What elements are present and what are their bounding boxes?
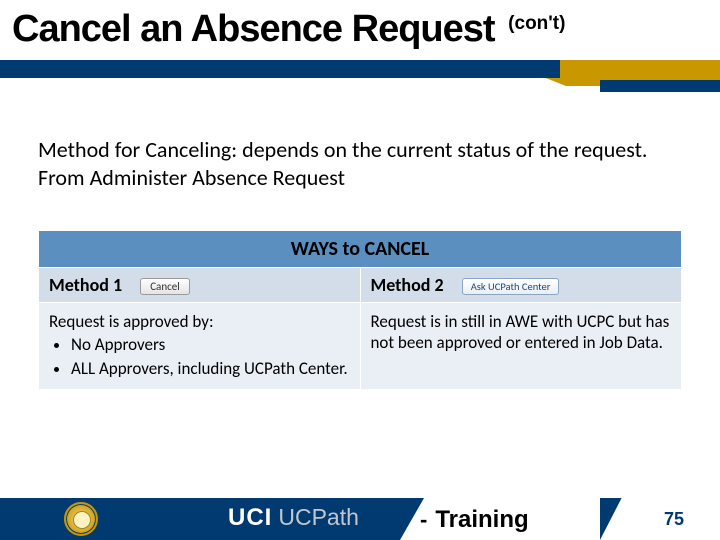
list-item: ALL Approvers, including UCPath Center. [71, 358, 350, 379]
dash-text: - [420, 507, 427, 533]
method-1-desc: Request is approved by: No Approvers ALL… [39, 303, 361, 390]
list-item: No Approvers [71, 334, 350, 355]
method-1-header: Method 1 Cancel [39, 268, 361, 303]
method-2-label: Method 2 [371, 274, 444, 296]
method-2-desc: Request is in still in AWE with UCPC but… [360, 303, 682, 390]
cancel-methods-table: WAYS to CANCEL Method 1 Cancel Method 2 … [38, 230, 682, 390]
method-1-lead: Request is approved by: [49, 311, 214, 332]
ucpath-text: UCPath [278, 504, 359, 531]
training-label-wrap: - Training [410, 506, 529, 534]
page-number: 75 [656, 509, 692, 530]
table-method-row: Method 1 Cancel Method 2 Ask UCPath Cent… [39, 268, 682, 303]
table-header-row: WAYS to CANCEL [39, 231, 682, 268]
footer-logo: UCI UCPath [228, 504, 359, 534]
header-band-navy-right [600, 80, 720, 92]
uci-text: UCI [228, 504, 272, 532]
uci-seal-icon [64, 502, 98, 536]
page-title-cont: (con't) [508, 13, 565, 34]
slide: Cancel an Absence Request (con't) Method… [0, 0, 720, 540]
body-text: Method for Canceling: depends on the cur… [38, 136, 682, 191]
method-1-bullets: No Approvers ALL Approvers, including UC… [71, 334, 350, 379]
table-header-cell: WAYS to CANCEL [39, 231, 682, 268]
title-wrap: Cancel an Absence Request (con't) [12, 8, 712, 51]
page-title: Cancel an Absence Request [12, 8, 495, 50]
header-band-navy [0, 60, 560, 78]
method-2-header: Method 2 Ask UCPath Center [360, 268, 682, 303]
ask-ucpath-button[interactable]: Ask UCPath Center [462, 278, 560, 295]
table-desc-row: Request is approved by: No Approvers ALL… [39, 303, 682, 390]
training-text: Training [435, 506, 528, 534]
method-1-label: Method 1 [49, 274, 122, 296]
cancel-button[interactable]: Cancel [140, 278, 190, 295]
